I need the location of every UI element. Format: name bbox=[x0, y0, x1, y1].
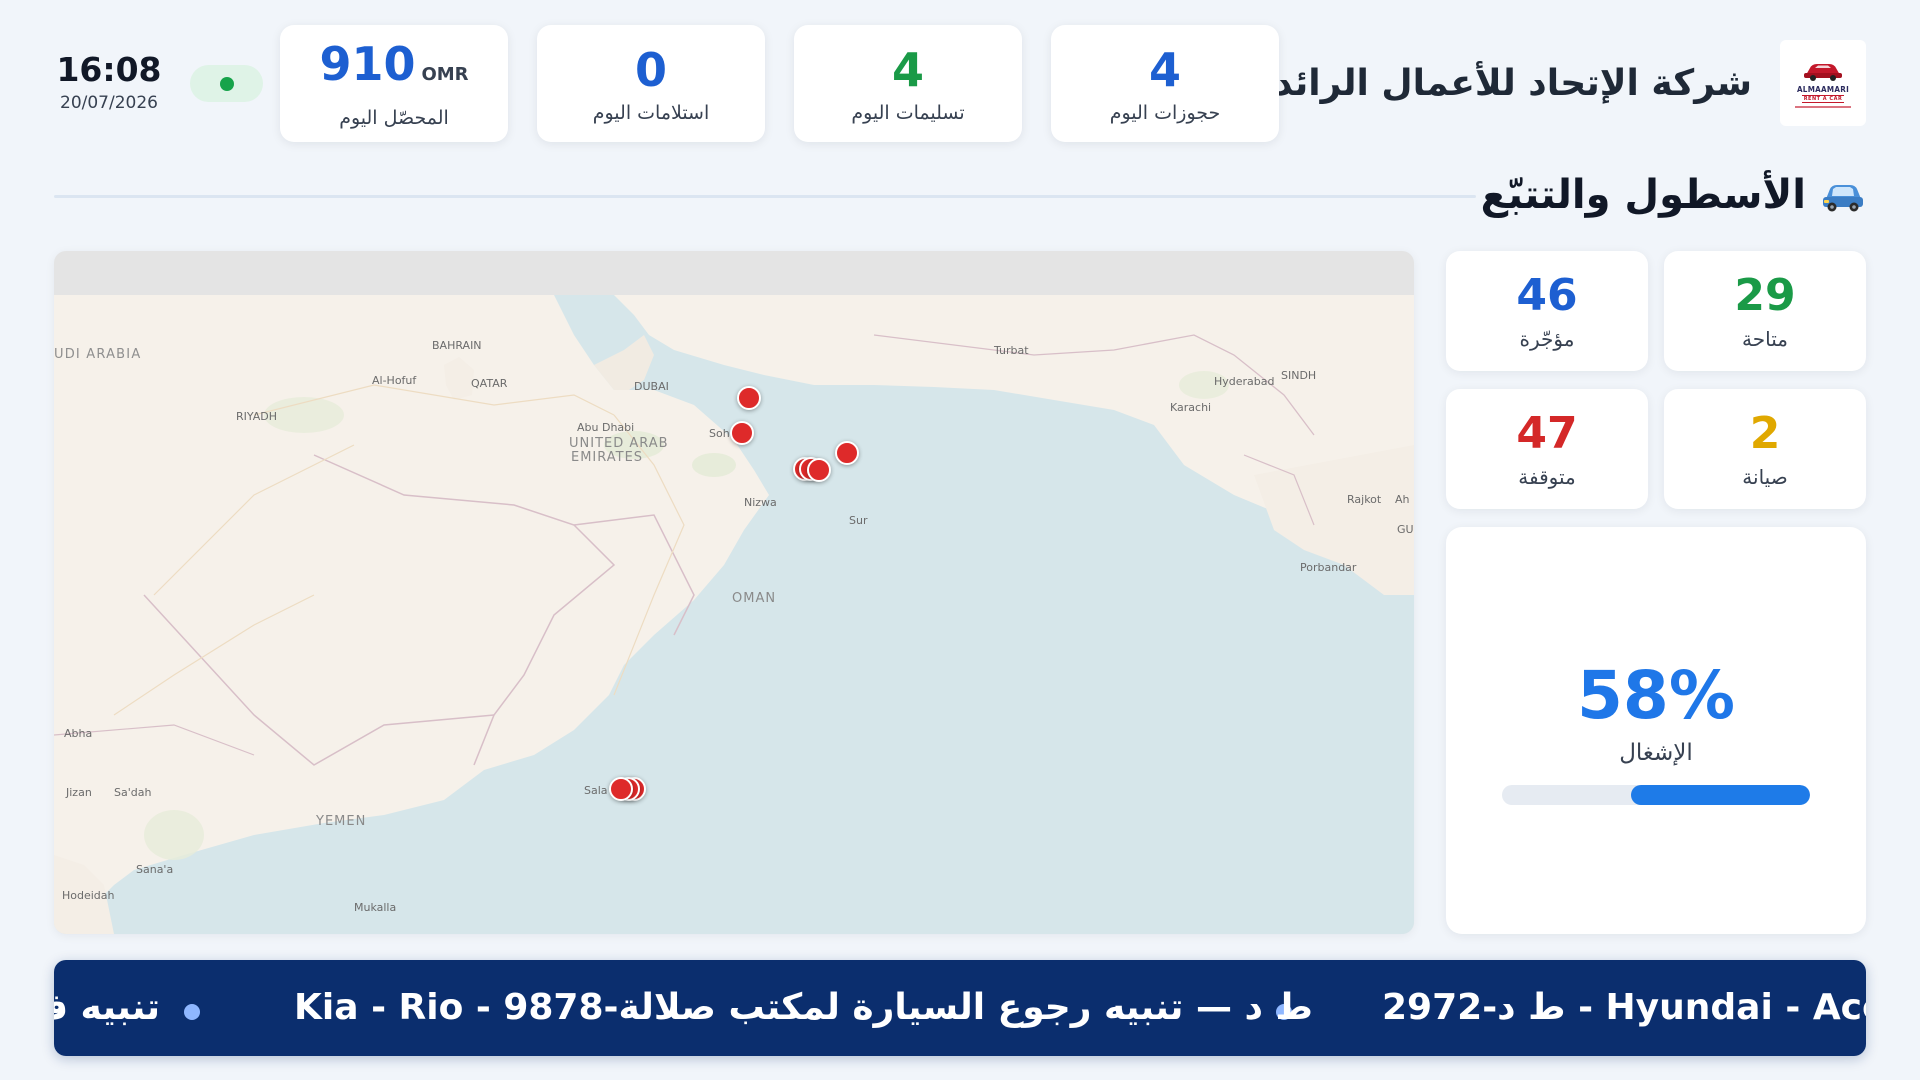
fleet-value: 2 bbox=[1749, 408, 1781, 459]
map-label-riyadh: RIYADH bbox=[236, 410, 278, 423]
map-label-uae-1: UNITED ARAB bbox=[569, 436, 669, 451]
map-label-porbandar: Porbandar bbox=[1300, 561, 1357, 574]
stat-label: حجوزات اليوم bbox=[1109, 101, 1221, 124]
logo-line bbox=[1795, 106, 1851, 108]
stat-value: 4 bbox=[1148, 42, 1181, 97]
fleet-value: 47 bbox=[1516, 408, 1578, 459]
map-label-qatar: QATAR bbox=[471, 377, 508, 390]
fleet-label: متاحة bbox=[1742, 327, 1788, 351]
ticker-item: تنبيه ف bbox=[54, 987, 160, 1028]
fleet-card-available: 29 متاحة bbox=[1664, 251, 1866, 371]
map-label-abha: Abha bbox=[64, 727, 93, 740]
occupancy-card: 58% الإشغال bbox=[1446, 527, 1866, 934]
vehicle-marker[interactable] bbox=[730, 421, 754, 445]
occupancy-value: 58% bbox=[1577, 657, 1735, 734]
fleet-label: متوقفة bbox=[1518, 465, 1576, 489]
ticker-item: ط د-2972 - Hyundai - Accent bbox=[1382, 987, 1866, 1028]
map-label-dubai: DUBAI bbox=[634, 380, 669, 393]
map-label-mukalla: Mukalla bbox=[354, 901, 397, 914]
stat-value: 910 bbox=[319, 37, 416, 91]
map-label-sanaa: Sana'a bbox=[136, 863, 174, 876]
ticker-item: Kia - Rio - 9878-ط د — تنبيه رجوع السيار… bbox=[294, 987, 1313, 1028]
map-label-saudi: UDI ARABIA bbox=[54, 347, 142, 362]
connection-status-pill bbox=[190, 65, 263, 102]
company-logo: ALMAAMARI RENT A CAR bbox=[1780, 40, 1866, 126]
fleet-card-rented: 46 مؤجّرة bbox=[1446, 251, 1648, 371]
fleet-label: صيانة bbox=[1742, 465, 1788, 489]
map-label-karachi: Karachi bbox=[1170, 401, 1212, 414]
stat-card-returns: 0 استلامات اليوم bbox=[537, 25, 765, 142]
stat-card-bookings: 4 حجوزات اليوم bbox=[1051, 25, 1279, 142]
stat-value-group: 910 OMR bbox=[319, 38, 468, 101]
car-icon bbox=[1823, 185, 1863, 212]
map-label-sur: Sur bbox=[849, 514, 868, 527]
map-label-oman: OMAN bbox=[732, 591, 777, 606]
map-label-sohar: Soh bbox=[709, 427, 730, 440]
fleet-card-maintenance: 2 صيانة bbox=[1664, 389, 1866, 509]
map-label-sindh: SINDH bbox=[1281, 369, 1317, 382]
stat-label: تسليمات اليوم bbox=[851, 101, 965, 124]
online-dot-icon bbox=[219, 76, 234, 91]
stat-value: 4 bbox=[891, 42, 924, 97]
vehicle-marker[interactable] bbox=[807, 458, 831, 482]
map-label-hodeidah: Hodeidah bbox=[62, 889, 115, 902]
map-label-yemen: YEMEN bbox=[316, 814, 367, 829]
fleet-value: 29 bbox=[1734, 270, 1796, 321]
map-label-gu: GU bbox=[1397, 523, 1414, 536]
occupancy-label: الإشغال bbox=[1619, 740, 1693, 766]
map-label-ah: Ah bbox=[1395, 493, 1410, 506]
fleet-label: مؤجّرة bbox=[1519, 327, 1575, 351]
stat-label: استلامات اليوم bbox=[592, 101, 710, 124]
map-label-abudhabi: Abu Dhabi bbox=[577, 421, 635, 434]
map-label-alhofuf: Al-Hofuf bbox=[372, 374, 417, 387]
map-canvas[interactable] bbox=[54, 295, 1414, 934]
ticker-dot-icon bbox=[184, 1004, 200, 1020]
map-label-nizwa: Nizwa bbox=[744, 496, 777, 509]
section-title-text: الأسطول والتتبّع bbox=[1480, 172, 1806, 218]
alerts-ticker: ط د-2972 - Hyundai - Accent Kia - Rio - … bbox=[54, 960, 1866, 1056]
stat-label: المحصّل اليوم bbox=[339, 107, 449, 129]
logo-sub: RENT A CAR bbox=[1801, 95, 1845, 103]
fleet-card-stopped: 47 متوقفة bbox=[1446, 389, 1648, 509]
map-label-turbat: Turbat bbox=[994, 344, 1029, 357]
stat-value: 0 bbox=[634, 42, 667, 97]
map-label-uae-2: EMIRATES bbox=[571, 450, 644, 465]
vehicle-marker[interactable] bbox=[737, 386, 761, 410]
occupancy-progress-fill bbox=[1631, 785, 1810, 805]
car-logo-icon bbox=[1804, 64, 1842, 81]
section-divider bbox=[54, 195, 1476, 198]
map-label-rajkot: Rajkot bbox=[1347, 493, 1382, 506]
map-label-jizan: Jizan bbox=[66, 786, 92, 799]
currency-label: OMR bbox=[421, 64, 469, 85]
logo-brand: ALMAAMARI bbox=[1796, 85, 1850, 94]
company-name: شركة الإتحاد للأعمال الرائدة bbox=[1252, 63, 1752, 104]
map-label-bahrain: BAHRAIN bbox=[432, 339, 482, 352]
fleet-value: 46 bbox=[1516, 270, 1578, 321]
fleet-map[interactable]: UDI ARABIA BAHRAIN QATAR Al-Hofuf RIYADH… bbox=[54, 251, 1414, 934]
vehicle-marker[interactable] bbox=[609, 777, 633, 801]
occupancy-progress-bar bbox=[1502, 785, 1810, 805]
map-label-salalah: Sala bbox=[584, 784, 608, 797]
stat-card-collected: 910 OMR المحصّل اليوم bbox=[280, 25, 508, 142]
map-label-sadah: Sa'dah bbox=[114, 786, 152, 799]
section-title: الأسطول والتتبّع bbox=[1481, 172, 1866, 218]
clock-date: 20/07/2026 bbox=[60, 93, 158, 113]
map-label-hyderabad: Hyderabad bbox=[1214, 375, 1275, 388]
clock-time: 16:08 bbox=[56, 50, 162, 89]
stat-card-deliveries: 4 تسليمات اليوم bbox=[794, 25, 1022, 142]
vehicle-marker[interactable] bbox=[835, 441, 859, 465]
